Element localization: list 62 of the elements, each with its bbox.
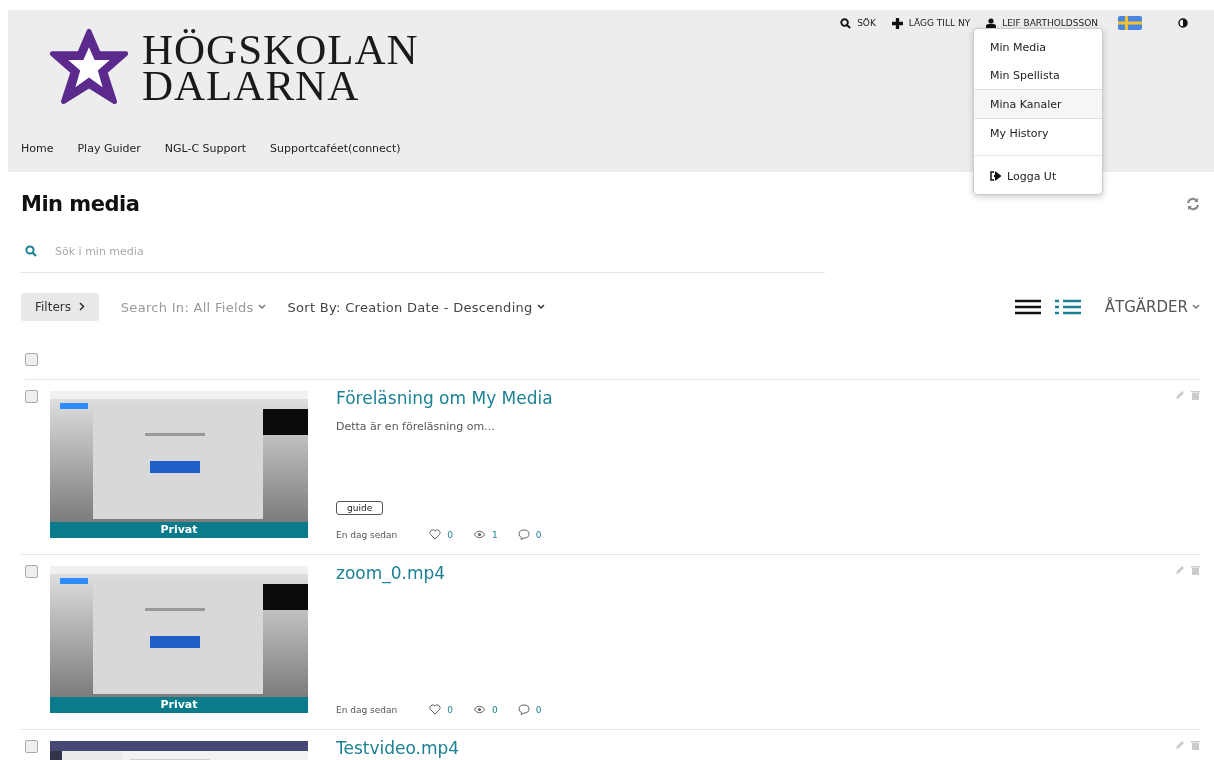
add-new-link[interactable]: LÄGG TILL NY [908,18,971,28]
caret-icon [1192,304,1200,310]
actions-dropdown[interactable]: ÅTGÄRDER [1104,298,1200,316]
page-title: Min media [21,192,140,216]
nav-link[interactable]: Home [21,142,54,155]
caret-icon [257,304,266,310]
tag[interactable]: guide [336,501,384,515]
trash-icon[interactable] [1191,565,1200,575]
eye-icon [472,530,486,539]
checkbox[interactable] [25,740,38,753]
entry-time: En dag sedan [336,704,398,715]
trash-icon[interactable] [1191,390,1200,400]
menu-item[interactable]: Min Media [974,33,1102,61]
sort-dropdown[interactable]: Sort By: Creation Date - Descending [287,299,545,315]
comment-count: 0 [535,529,542,540]
chevron-right-icon [78,302,85,311]
trash-icon[interactable] [1191,740,1200,750]
comment-icon [517,529,530,540]
swedish-flag-icon[interactable] [1118,16,1142,30]
like-count: 0 [447,704,453,715]
pencil-icon[interactable] [1175,390,1185,400]
logout-icon [990,171,1001,181]
eye-icon [472,705,486,714]
nav-link[interactable]: Supportcaféet(connect) [270,142,401,155]
search-icon [840,17,852,29]
entry-time: En dag sedan [336,529,398,540]
heart-icon [429,704,442,715]
logo-text: DALARNA [142,68,360,104]
entry-description: Detta är en föreläsning om... [336,420,496,433]
view-count: 1 [491,529,498,540]
checkbox[interactable] [25,353,38,366]
entry-title[interactable]: zoom_0.mp4 [336,563,1163,583]
list-view-icon[interactable] [1014,299,1041,315]
plus-icon [891,17,903,29]
like-count: 0 [447,529,453,540]
comment-count: 0 [535,704,542,715]
search-link[interactable]: SÖK [857,18,876,28]
menu-item[interactable]: My History [974,119,1102,147]
filters-button[interactable]: Filters [21,293,99,321]
user-link[interactable]: LEIF BARTHOLDSSON [1002,18,1098,28]
menu-item[interactable]: Mina Kanaler [974,89,1102,119]
comment-icon [517,704,530,715]
checkbox[interactable] [25,390,38,403]
view-count: 0 [491,704,498,715]
pencil-icon[interactable] [1175,565,1185,575]
menu-item[interactable]: Min Spellista [974,61,1102,89]
caret-icon [536,304,545,310]
privacy-label: Privat [50,522,308,538]
privacy-label: Privat [50,697,308,713]
user-icon [986,17,997,29]
search-icon [25,245,37,257]
contrast-icon[interactable] [1178,18,1188,28]
menu-item[interactable]: Logga Ut [974,162,1102,190]
pencil-icon[interactable] [1175,740,1185,750]
nav-link[interactable]: NGL-C Support [164,142,247,155]
nav-link[interactable]: Play Guider [77,142,141,155]
entry-title[interactable]: Föreläsning om My Media [336,388,1163,408]
refresh-icon[interactable] [1186,197,1200,211]
checkbox[interactable] [25,565,38,578]
entry-title[interactable]: Testvideo.mp4 [336,738,1163,758]
detailed-list-icon[interactable] [1054,299,1081,315]
heart-icon [429,529,442,540]
